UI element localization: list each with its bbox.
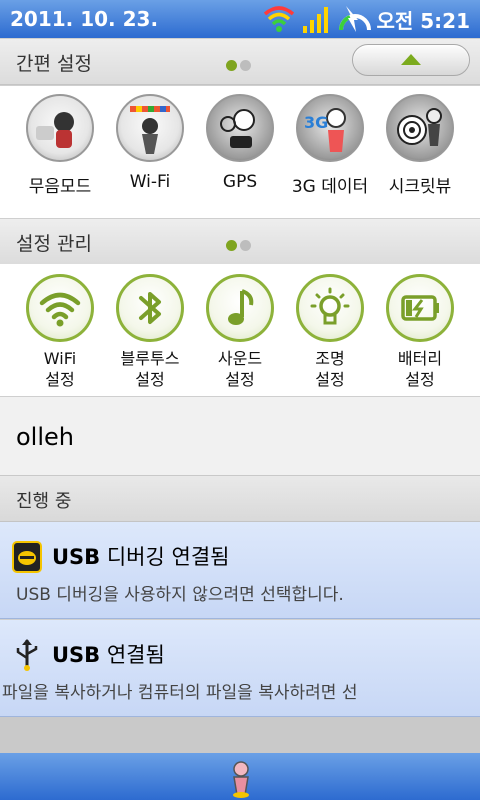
mode-label: 3G 데이터 xyxy=(291,177,369,197)
notification-title: USB 연결됨 xyxy=(52,639,165,669)
carrier-bar: olleh xyxy=(0,397,480,476)
mode-label: 무음모드 xyxy=(28,177,92,197)
cell-signal-icon xyxy=(303,7,328,33)
notification-usb-connected[interactable]: USB 연결됨 파일을 복사하거나 컴퓨터의 파일을 복사하려면 선 xyxy=(0,620,480,717)
notification-title-bold: USB xyxy=(52,545,101,569)
setting-label-line1: 조명 xyxy=(315,349,345,368)
notification-title-bold: USB xyxy=(52,643,101,667)
notification-title-rest: 연결됨 xyxy=(100,643,165,667)
mode-secret-view[interactable]: 시크릿뷰 xyxy=(375,94,465,197)
quick-settings-title: 간편 설정 xyxy=(16,53,92,75)
wifi-mode-icon xyxy=(116,94,184,162)
mode-label: GPS xyxy=(222,172,258,192)
status-time: 5:21 xyxy=(420,9,470,33)
mode-label: 시크릿뷰 xyxy=(388,177,452,197)
notification-text: 파일을 복사하거나 컴퓨터의 파일을 복사하려면 선 xyxy=(2,683,358,703)
notification-usb-debugging[interactable]: USB 디버깅 연결됨 USB 디버깅을 사용하지 않으려면 선택합니다. xyxy=(0,522,480,619)
bluetooth-icon xyxy=(116,274,184,342)
setting-label-line2: 설정 xyxy=(315,370,345,389)
setting-wifi[interactable]: WiFi 설정 xyxy=(15,274,105,390)
mascot-icon xyxy=(233,761,249,798)
3g-data-icon: 3G xyxy=(296,94,364,162)
mode-wifi[interactable]: Wi-Fi xyxy=(105,94,195,192)
mode-label: Wi-Fi xyxy=(129,172,171,192)
setting-battery[interactable]: 배터리 설정 xyxy=(375,274,465,390)
status-bar: 2011. 10. 23. 오전 5:21 xyxy=(0,0,480,38)
gps-mode-icon xyxy=(206,94,274,162)
status-clock: 오전 5:21 xyxy=(376,5,470,34)
ongoing-header: 진행 중 xyxy=(0,476,480,522)
music-note-icon xyxy=(206,274,274,342)
settings-manage-title: 설정 관리 xyxy=(16,233,92,255)
notification-text: USB 디버깅을 사용하지 않으려면 선택합니다. xyxy=(16,585,344,605)
light-bulb-icon xyxy=(296,274,364,342)
silent-mode-icon xyxy=(26,94,94,162)
settings-row: WiFi 설정 블루투스 설정 사운드 설정 조명 설정 배터리 설정 xyxy=(0,264,480,397)
battery-charging-icon xyxy=(339,6,371,32)
battery-icon xyxy=(386,274,454,342)
status-ampm: 오전 xyxy=(376,9,414,33)
setting-label-line2: 설정 xyxy=(45,370,75,389)
setting-lighting[interactable]: 조명 설정 xyxy=(285,274,375,390)
setting-label-line2: 설정 xyxy=(135,370,165,389)
wifi-signal-icon xyxy=(263,6,295,32)
quick-modes-row: 무음모드 Wi-Fi GPS 3G 3G 데이터 시크릿뷰 xyxy=(0,86,480,219)
page-indicator xyxy=(226,236,254,255)
setting-bluetooth[interactable]: 블루투스 설정 xyxy=(105,274,195,390)
setting-label-line2: 설정 xyxy=(225,370,255,389)
setting-label-line2: 설정 xyxy=(405,370,435,389)
mode-gps[interactable]: GPS xyxy=(195,94,285,192)
setting-label-line1: WiFi xyxy=(43,349,77,368)
mode-3g-data[interactable]: 3G 3G 데이터 xyxy=(285,94,375,197)
carrier-name: olleh xyxy=(16,423,74,451)
usb-icon xyxy=(16,639,38,671)
usb-debug-icon xyxy=(12,541,42,573)
setting-label-line1: 배터리 xyxy=(397,349,443,368)
settings-manage-header: 설정 관리 xyxy=(0,219,480,265)
3g-badge: 3G xyxy=(304,113,328,132)
status-date: 2011. 10. 23. xyxy=(10,7,159,31)
setting-label-line1: 블루투스 xyxy=(120,349,180,368)
notification-title: USB 디버깅 연결됨 xyxy=(52,541,229,571)
notification-title-rest: 디버깅 연결됨 xyxy=(100,545,230,569)
empty-area xyxy=(0,717,480,753)
arrow-up-icon xyxy=(401,54,421,65)
mode-silent[interactable]: 무음모드 xyxy=(15,94,105,197)
drawer-handle[interactable] xyxy=(0,753,480,800)
wifi-icon xyxy=(26,274,94,342)
setting-sound[interactable]: 사운드 설정 xyxy=(195,274,285,390)
collapse-button[interactable] xyxy=(352,44,470,76)
setting-label-line1: 사운드 xyxy=(217,349,263,368)
ongoing-title: 진행 중 xyxy=(16,491,72,512)
secret-view-icon xyxy=(386,94,454,162)
page-indicator xyxy=(226,56,254,75)
